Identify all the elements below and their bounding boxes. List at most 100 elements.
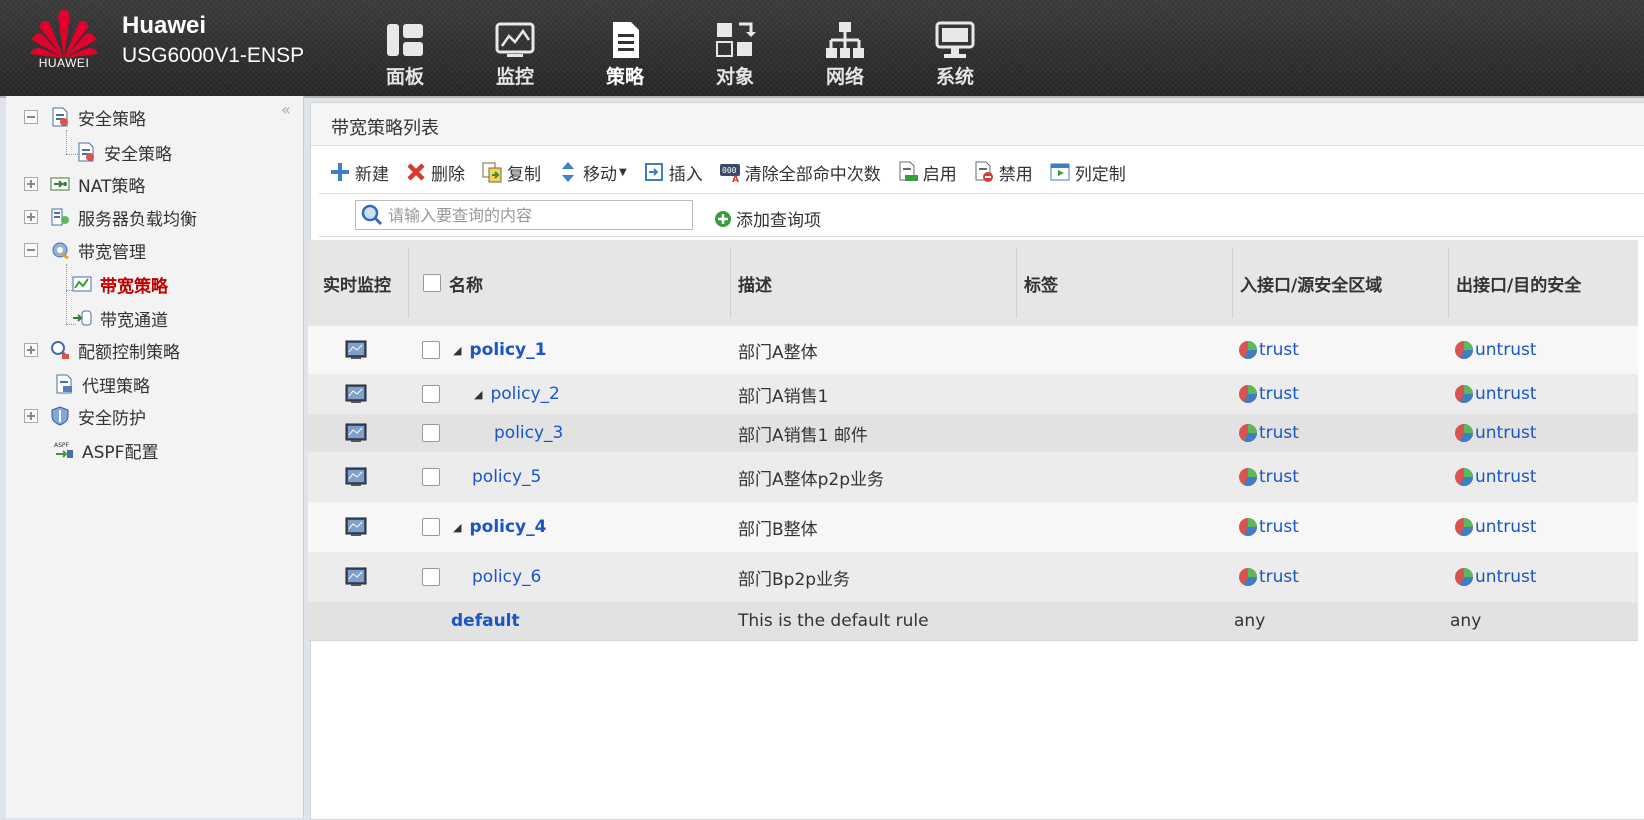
table-row[interactable]: policy_5 部门A整体p2p业务 trust untrust xyxy=(308,452,1638,503)
table-row[interactable]: policy_6 部门Bp2p业务 trust untrust xyxy=(308,552,1638,603)
src-zone[interactable]: trust xyxy=(1238,467,1299,487)
src-zone[interactable]: trust xyxy=(1238,423,1299,443)
header-desc[interactable]: 描述 xyxy=(738,240,772,326)
header-src-zone[interactable]: 入接口/源安全区域 xyxy=(1240,240,1382,326)
collapse-triangle-icon[interactable]: ◢ xyxy=(453,521,461,534)
sidebar-item-bandwidth-management[interactable]: 带宽管理 xyxy=(24,236,146,264)
zone-label: trust xyxy=(1259,384,1299,404)
search-input[interactable] xyxy=(355,200,693,230)
expand-icon[interactable] xyxy=(24,343,38,357)
policy-name-link[interactable]: default xyxy=(451,611,520,631)
row-checkbox[interactable] xyxy=(422,341,440,359)
row-checkbox[interactable] xyxy=(422,468,440,486)
dst-zone[interactable]: untrust xyxy=(1454,467,1537,487)
insert-button[interactable]: 插入 xyxy=(643,160,703,185)
policy-name-link[interactable]: policy_3 xyxy=(494,423,563,443)
zone-icon xyxy=(1239,385,1257,403)
tree-guide xyxy=(66,130,67,154)
policy-name-link[interactable]: policy_4 xyxy=(469,517,546,537)
sidebar-item-security-policy-group[interactable]: 安全策略 xyxy=(24,103,146,131)
table-row[interactable]: ◢ policy_4 部门B整体 trust untrust xyxy=(308,502,1638,553)
new-button[interactable]: 新建 xyxy=(329,160,389,185)
column-divider xyxy=(1232,248,1233,318)
zone-label: trust xyxy=(1259,467,1299,487)
expand-icon[interactable] xyxy=(24,210,38,224)
collapse-sidebar-button[interactable]: « xyxy=(281,100,291,119)
dst-zone[interactable]: untrust xyxy=(1454,517,1537,537)
expand-icon[interactable] xyxy=(24,409,38,423)
copy-button[interactable]: 复制 xyxy=(481,160,541,185)
policy-name-link[interactable]: policy_5 xyxy=(472,467,541,487)
zone-icon xyxy=(1455,341,1473,359)
collapse-icon[interactable] xyxy=(24,110,38,124)
realtime-monitor-icon[interactable] xyxy=(345,384,367,404)
realtime-monitor-icon[interactable] xyxy=(345,423,367,443)
toolbar: 新建 删除 复制 移动 ▼ 插入 000 A 清除全部命中次数 启用 禁用 列定… xyxy=(329,157,1142,187)
nav-network[interactable]: 网络 xyxy=(810,20,880,89)
sidebar-item-proxy-policy[interactable]: 代理策略 xyxy=(54,370,150,398)
dst-zone[interactable]: untrust xyxy=(1454,567,1537,587)
clear-hit-count-button[interactable]: 000 A 清除全部命中次数 xyxy=(719,160,881,185)
expand-icon[interactable] xyxy=(24,177,38,191)
table-row[interactable]: policy_3 部门A销售1 邮件 trust untrust xyxy=(308,414,1638,453)
nav-dashboard[interactable]: 面板 xyxy=(370,20,440,89)
table-row[interactable]: ◢ policy_1 部门A整体 trust untrust xyxy=(308,326,1638,375)
table-row[interactable]: ◢ policy_2 部门A销售1 trust untrust xyxy=(308,374,1638,415)
collapse-icon[interactable] xyxy=(24,243,38,257)
nav-label: 系统 xyxy=(935,66,974,88)
row-checkbox[interactable] xyxy=(422,385,440,403)
src-zone[interactable]: trust xyxy=(1238,340,1299,360)
header-dst-zone[interactable]: 出接口/目的安全 xyxy=(1456,240,1581,326)
sidebar-item-bandwidth-channel[interactable]: 带宽通道 xyxy=(72,304,168,332)
src-zone[interactable]: trust xyxy=(1238,384,1299,404)
delete-label: 删除 xyxy=(431,164,465,185)
sidebar-item-nat-policy[interactable]: NAT策略 xyxy=(24,170,145,198)
plus-icon xyxy=(331,163,349,181)
shield-icon xyxy=(51,406,69,426)
zone-icon xyxy=(1239,518,1257,536)
policy-name-link[interactable]: policy_6 xyxy=(472,567,541,587)
row-checkbox[interactable] xyxy=(422,568,440,586)
src-zone[interactable]: trust xyxy=(1238,567,1299,587)
column-divider xyxy=(730,248,731,318)
table-row-default[interactable]: default This is the default rule any any xyxy=(308,602,1638,641)
move-button[interactable]: 移动 ▼ xyxy=(557,160,627,185)
sidebar-item-aspf-config[interactable]: ASPF ASPF配置 xyxy=(54,436,158,464)
sidebar-item-quota-control-policy[interactable]: 配额控制策略 xyxy=(24,336,180,364)
row-checkbox[interactable] xyxy=(422,518,440,536)
sidebar-item-security-protection[interactable]: 安全防护 xyxy=(24,402,146,430)
sidebar-item-bandwidth-policy[interactable]: 带宽策略 xyxy=(72,270,168,298)
collapse-triangle-icon[interactable]: ◢ xyxy=(453,344,461,357)
sidebar-item-server-load-balancing[interactable]: 服务器负载均衡 xyxy=(24,203,197,231)
sidebar-item-security-policy[interactable]: 安全策略 xyxy=(76,138,172,166)
dst-zone[interactable]: untrust xyxy=(1454,384,1537,404)
dst-zone[interactable]: untrust xyxy=(1454,340,1537,360)
realtime-monitor-icon[interactable] xyxy=(345,340,367,360)
realtime-monitor-icon[interactable] xyxy=(345,467,367,487)
disable-button[interactable]: 禁用 xyxy=(973,160,1033,185)
header-tag[interactable]: 标签 xyxy=(1024,240,1058,326)
bandwidth-policy-icon xyxy=(72,276,92,292)
policy-desc: 部门A整体p2p业务 xyxy=(738,469,885,490)
column-customize-button[interactable]: 列定制 xyxy=(1049,160,1126,185)
nav-monitor[interactable]: 监控 xyxy=(480,20,550,89)
policy-name-link[interactable]: policy_2 xyxy=(490,384,559,404)
src-zone[interactable]: trust xyxy=(1238,517,1299,537)
header-name[interactable]: 名称 xyxy=(449,271,483,296)
delete-button[interactable]: 删除 xyxy=(405,160,465,185)
nav-system[interactable]: 系统 xyxy=(920,20,990,89)
enable-button[interactable]: 启用 xyxy=(897,160,957,185)
realtime-monitor-icon[interactable] xyxy=(345,517,367,537)
dst-zone[interactable]: untrust xyxy=(1454,423,1537,443)
zone-icon xyxy=(1455,568,1473,586)
realtime-monitor-icon[interactable] xyxy=(345,567,367,587)
policy-name-link[interactable]: policy_1 xyxy=(469,340,546,360)
header-monitor[interactable]: 实时监控 xyxy=(323,240,391,326)
nav-object[interactable]: 对象 xyxy=(700,20,770,89)
page-title: 带宽策略列表 xyxy=(331,118,439,139)
add-query-button[interactable]: 添加查询项 xyxy=(714,206,821,231)
collapse-triangle-icon[interactable]: ◢ xyxy=(474,388,482,401)
select-all-checkbox[interactable] xyxy=(423,274,441,292)
row-checkbox[interactable] xyxy=(422,424,440,442)
nav-policy[interactable]: 策略 xyxy=(590,20,660,89)
